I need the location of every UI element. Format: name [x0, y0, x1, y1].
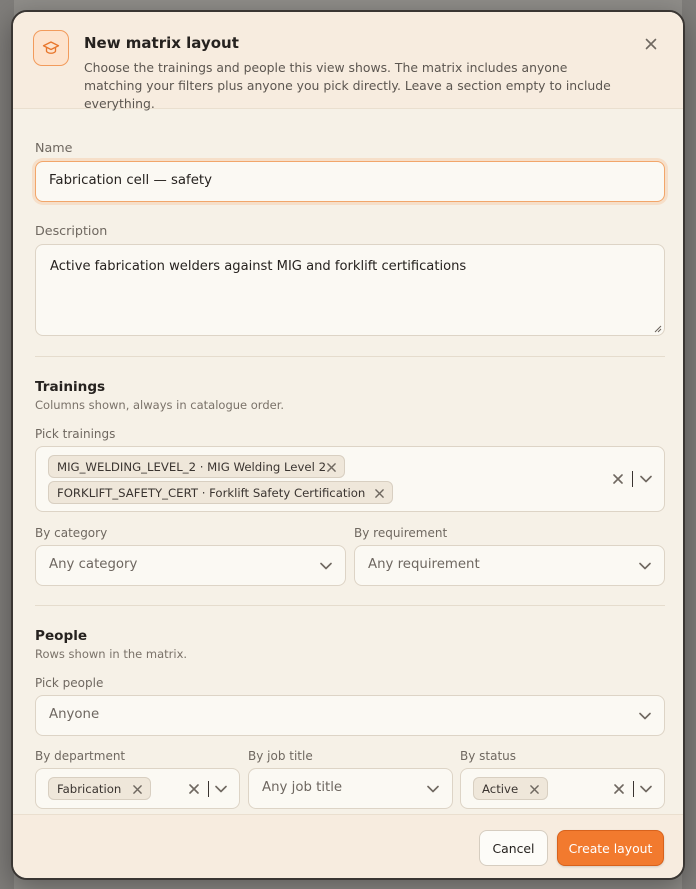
remove-chip-button[interactable]	[527, 782, 541, 796]
dialog-footer: Cancel Create layout	[13, 814, 683, 878]
new-matrix-layout-dialog: New matrix layout Choose the trainings a…	[11, 10, 685, 880]
separator	[632, 471, 633, 487]
chevron-down-icon	[640, 475, 652, 483]
trainings-section-title: Trainings	[35, 379, 106, 395]
name-label: Name	[35, 140, 73, 155]
section-divider	[35, 605, 665, 606]
status-multiselect[interactable]: Active	[460, 768, 665, 809]
description-textarea[interactable]: Active fabrication welders against MIG a…	[35, 244, 665, 336]
dialog-title: New matrix layout	[84, 34, 239, 52]
remove-chip-button[interactable]	[372, 486, 386, 500]
training-chip-label: FORKLIFT_SAFETY_CERT · Forklift Safety C…	[57, 485, 366, 500]
people-section-title: People	[35, 628, 88, 644]
description-label: Description	[35, 223, 108, 238]
remove-chip-button[interactable]	[324, 460, 338, 474]
dropdown-toggle[interactable]	[319, 559, 333, 573]
close-icon	[614, 784, 624, 794]
chevron-down-icon	[639, 712, 651, 720]
by-requirement-label: By requirement	[354, 526, 448, 540]
pick-people-value: Anyone	[49, 707, 100, 722]
training-chip: FORKLIFT_SAFETY_CERT · Forklift Safety C…	[48, 481, 393, 504]
dialog-subtitle: Choose the trainings and people this vie…	[84, 60, 611, 111]
job-title-placeholder: Any job title	[262, 780, 343, 795]
status-chip: Active	[473, 777, 548, 800]
pick-trainings-multiselect[interactable]: MIG_WELDING_LEVEL_2 · MIG Welding Level …	[35, 446, 665, 512]
clear-all-button[interactable]	[187, 782, 201, 796]
close-icon	[189, 784, 199, 794]
close-icon	[645, 38, 657, 50]
dropdown-toggle[interactable]	[638, 709, 652, 723]
create-layout-button[interactable]: Create layout	[557, 830, 664, 866]
clear-all-button[interactable]	[612, 782, 626, 796]
requirement-select[interactable]: Any requirement	[354, 545, 665, 586]
department-chip-label: Fabrication	[57, 781, 122, 796]
pick-people-select[interactable]: Anyone	[35, 695, 665, 736]
pick-people-label: Pick people	[35, 676, 104, 690]
dropdown-toggle[interactable]	[638, 782, 654, 796]
job-title-select[interactable]: Any job title	[248, 768, 453, 809]
people-section-subtitle: Rows shown in the matrix.	[35, 647, 188, 661]
close-button[interactable]	[641, 34, 661, 54]
department-chip: Fabrication	[48, 777, 151, 800]
by-status-label: By status	[460, 749, 517, 763]
by-department-label: By department	[35, 749, 126, 763]
graduation-cap-icon	[33, 30, 69, 66]
name-input-value: Fabrication cell — safety	[49, 173, 212, 188]
by-category-label: By category	[35, 526, 108, 540]
name-input[interactable]: Fabrication cell — safety	[35, 161, 665, 202]
dropdown-toggle[interactable]	[426, 782, 440, 796]
category-select[interactable]: Any category	[35, 545, 346, 586]
close-icon	[374, 488, 384, 498]
separator	[633, 781, 634, 797]
description-value: Active fabrication welders against MIG a…	[50, 259, 467, 274]
by-job-title-label: By job title	[248, 749, 313, 763]
training-chip-label: MIG_WELDING_LEVEL_2 · MIG Welding Level …	[57, 459, 327, 474]
close-icon	[326, 462, 336, 472]
clear-all-button[interactable]	[611, 472, 625, 486]
requirement-placeholder: Any requirement	[368, 557, 480, 572]
category-placeholder: Any category	[49, 557, 138, 572]
close-icon	[529, 784, 539, 794]
remove-chip-button[interactable]	[130, 782, 144, 796]
close-icon	[613, 474, 623, 484]
trainings-section-subtitle: Columns shown, always in catalogue order…	[35, 398, 285, 412]
close-icon	[132, 784, 142, 794]
dropdown-toggle[interactable]	[638, 472, 654, 486]
dropdown-toggle[interactable]	[638, 559, 652, 573]
chevron-down-icon	[639, 562, 651, 570]
chevron-down-icon	[320, 562, 332, 570]
resize-grip-icon[interactable]	[654, 325, 662, 333]
training-chip: MIG_WELDING_LEVEL_2 · MIG Welding Level …	[48, 455, 345, 478]
chevron-down-icon	[427, 785, 439, 793]
dropdown-toggle[interactable]	[213, 782, 229, 796]
department-multiselect[interactable]: Fabrication	[35, 768, 240, 809]
dialog-header: New matrix layout Choose the trainings a…	[13, 12, 683, 111]
pick-trainings-label: Pick trainings	[35, 427, 116, 441]
chevron-down-icon	[640, 785, 652, 793]
cancel-button[interactable]: Cancel	[479, 830, 548, 866]
separator	[208, 781, 209, 797]
status-chip-label: Active	[482, 781, 519, 796]
section-divider	[35, 356, 665, 357]
chevron-down-icon	[215, 785, 227, 793]
